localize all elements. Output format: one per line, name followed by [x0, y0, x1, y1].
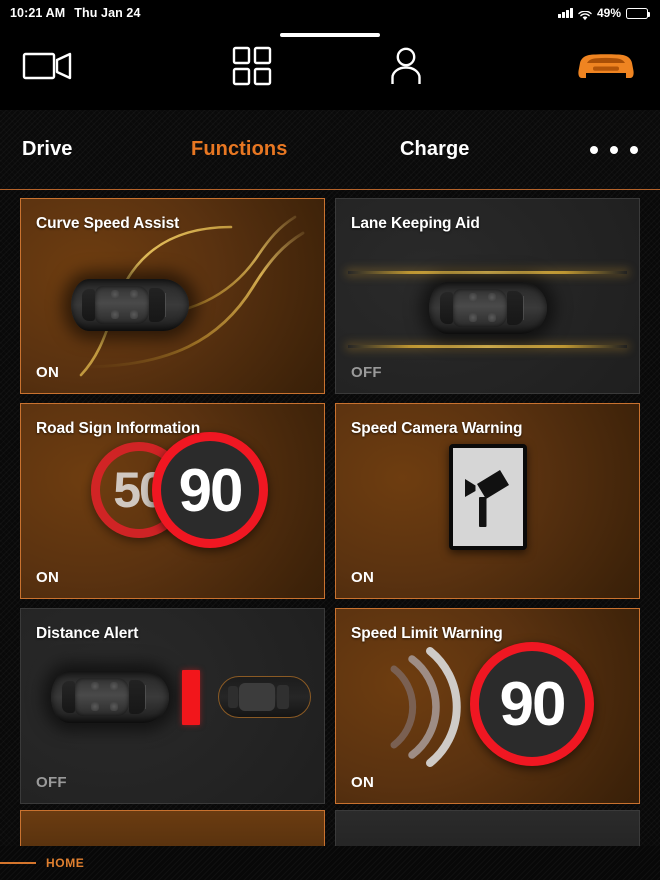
- card-road-sign-information[interactable]: 50 90 Road Sign Information ON: [20, 403, 325, 599]
- card-state: ON: [36, 569, 60, 586]
- car-top-view: [429, 282, 547, 334]
- video-camera-icon: [22, 49, 76, 88]
- car-top-view: [51, 671, 169, 723]
- card-distance-alert[interactable]: Distance Alert OFF: [20, 608, 325, 804]
- battery-icon: [626, 7, 651, 19]
- card-lane-keeping-aid[interactable]: Lane Keeping Aid OFF: [335, 198, 640, 394]
- home-accent-line: [0, 862, 36, 864]
- grid-apps-icon: [232, 46, 272, 91]
- tab-charge[interactable]: Charge: [400, 138, 470, 161]
- distance-gap-bar: [182, 670, 200, 725]
- card-state: ON: [351, 774, 375, 791]
- card-speed-camera-warning[interactable]: Speed Camera Warning ON: [335, 403, 640, 599]
- battery-percent: 49%: [596, 6, 621, 20]
- cellular-bars-icon: [558, 8, 573, 18]
- lane-line-bottom: [348, 345, 627, 348]
- home-label: HOME: [46, 856, 85, 870]
- functions-content: Curve Speed Assist ON Lane Keeping Aid O…: [0, 190, 660, 880]
- status-bar-left: 10:21 AM Thu Jan 24: [10, 6, 141, 20]
- status-date: Thu Jan 24: [74, 6, 141, 20]
- card-state: OFF: [351, 364, 382, 381]
- top-nav-bar: [0, 26, 660, 110]
- more-dots-icon[interactable]: [590, 145, 638, 154]
- lead-vehicle-outline: [218, 676, 311, 718]
- status-bar: 10:21 AM Thu Jan 24 49%: [0, 0, 660, 26]
- speed-limit-sign: 90: [470, 642, 594, 766]
- wifi-icon: [578, 8, 592, 21]
- nav-item-camera[interactable]: [0, 26, 176, 110]
- speed-limit-sign-foreground: 90: [152, 432, 268, 548]
- card-title: Curve Speed Assist: [36, 215, 180, 232]
- card-state: ON: [36, 364, 60, 381]
- nav-item-apps[interactable]: [176, 26, 330, 110]
- lane-line-top: [348, 271, 627, 274]
- car-top-view: [71, 279, 189, 331]
- tab-functions[interactable]: Functions: [191, 138, 287, 161]
- card-title: Road Sign Information: [36, 420, 201, 437]
- card-title: Lane Keeping Aid: [351, 215, 480, 232]
- person-icon: [388, 46, 424, 91]
- home-indicator: [280, 33, 380, 37]
- card-state: OFF: [36, 774, 67, 791]
- tab-drive[interactable]: Drive: [22, 138, 73, 161]
- nav-item-profile[interactable]: [329, 26, 483, 110]
- card-title: Speed Limit Warning: [351, 625, 503, 642]
- speed-camera-sign: [449, 444, 527, 550]
- card-state: ON: [351, 569, 375, 586]
- car-front-icon: [576, 46, 636, 91]
- card-title: Distance Alert: [36, 625, 139, 642]
- home-footer[interactable]: HOME: [0, 846, 660, 880]
- status-bar-right: 49%: [558, 6, 651, 21]
- nav-item-vehicle[interactable]: [483, 26, 660, 110]
- status-time: 10:21 AM: [10, 6, 66, 20]
- card-title: Speed Camera Warning: [351, 420, 523, 437]
- card-speed-limit-warning[interactable]: 90 Speed Limit Warning ON: [335, 608, 640, 804]
- card-curve-speed-assist[interactable]: Curve Speed Assist ON: [20, 198, 325, 394]
- functions-grid: Curve Speed Assist ON Lane Keeping Aid O…: [0, 190, 660, 804]
- section-tabs: Drive Functions Charge: [0, 110, 660, 190]
